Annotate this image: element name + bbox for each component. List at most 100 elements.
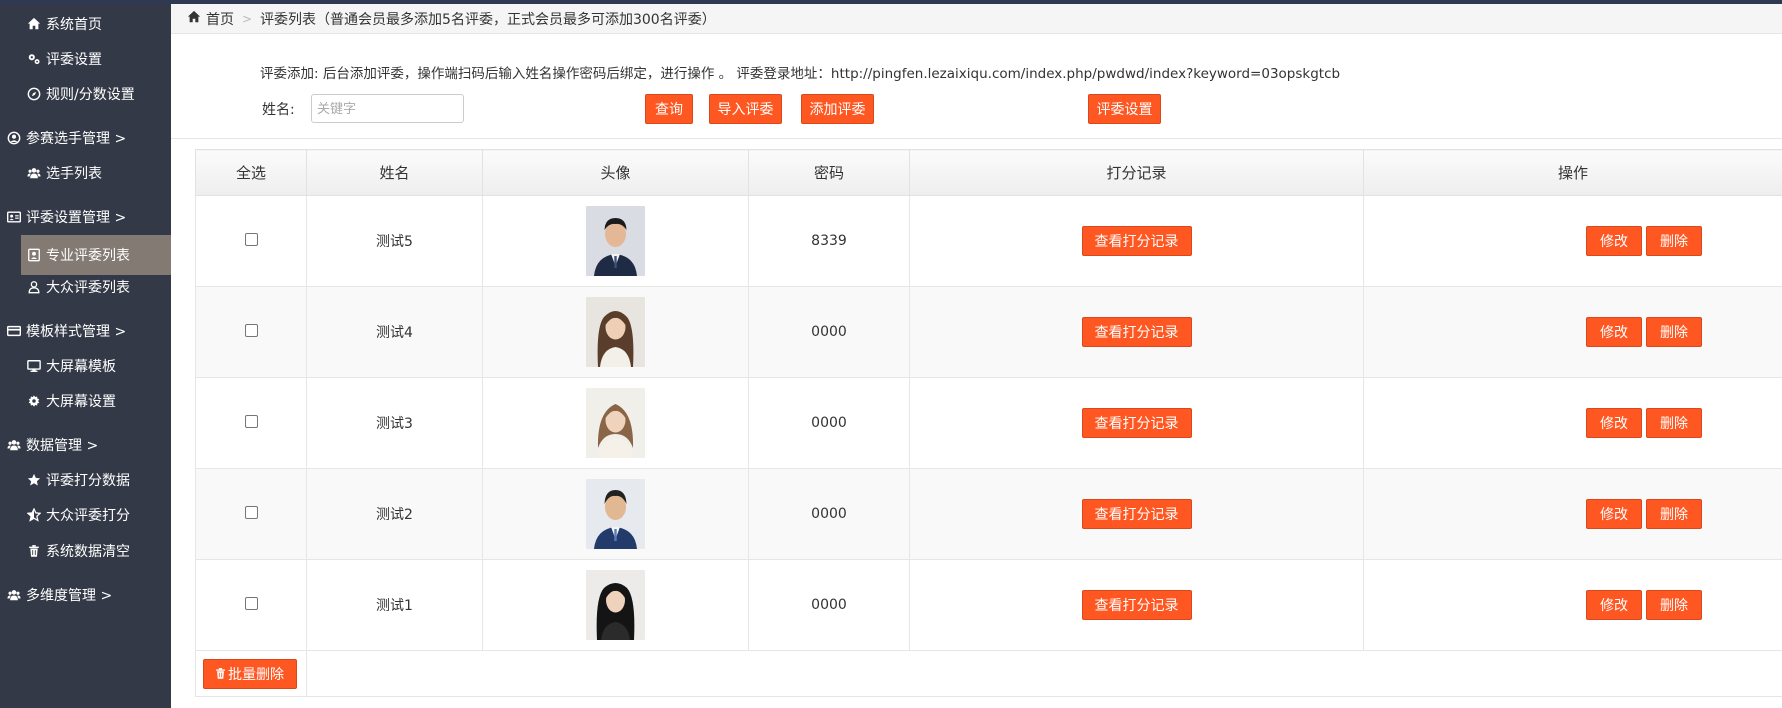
table-row: 测试2 0000 查看打分记录 修改 删除 — [195, 468, 1782, 560]
sidebar-item-label: 系统数据清空 — [46, 544, 130, 560]
sidebar-item-contestant-list[interactable]: 选手列表 — [0, 153, 171, 193]
judge-password: 0000 — [748, 286, 910, 378]
bulk-delete-button[interactable]: 批量删除 — [203, 658, 297, 689]
table-footer-row: 批量删除 — [195, 650, 1782, 697]
judge-password: 8339 — [748, 195, 910, 287]
row-checkbox[interactable] — [244, 232, 258, 246]
sidebar-item-rules[interactable]: 规则/分数设置 — [0, 74, 171, 114]
edit-button[interactable]: 修改 — [1586, 408, 1642, 438]
table-row: 测试5 8339 查看打分记录 修改 删除 — [195, 195, 1782, 287]
name-label: 姓名: — [262, 102, 295, 118]
view-score-record-button[interactable]: 查看打分记录 — [1081, 590, 1192, 620]
sidebar-item-label: 数据管理 > — [26, 438, 99, 454]
judge-name: 测试1 — [306, 559, 483, 651]
breadcrumb-current: 评委列表（普通会员最多添加5名评委，正式会员最多可添加300名评委） — [260, 11, 716, 28]
credit-card-icon — [6, 323, 22, 339]
gears-icon — [26, 51, 42, 67]
edit-button[interactable]: 修改 — [1586, 499, 1642, 529]
star-half-icon — [26, 507, 42, 523]
sidebar-item-label: 模板样式管理 > — [26, 324, 127, 340]
delete-button[interactable]: 删除 — [1646, 317, 1702, 347]
sidebar-item-label: 规则/分数设置 — [46, 87, 135, 103]
sidebar-group-judges[interactable]: 评委设置管理 > — [0, 197, 171, 237]
portrait-icon — [26, 247, 42, 263]
delete-button[interactable]: 删除 — [1646, 499, 1702, 529]
judge-table: 全选 姓名 头像 密码 打分记录 操作 测试5 8339 查看打分记录 修改 删… — [195, 149, 1782, 697]
sidebar-item-label: 系统首页 — [46, 17, 102, 33]
view-score-record-button[interactable]: 查看打分记录 — [1081, 499, 1192, 529]
judge-name: 测试4 — [306, 286, 483, 378]
table-row: 测试4 0000 查看打分记录 修改 删除 — [195, 286, 1782, 378]
select-all-header[interactable]: 全选 — [195, 149, 307, 196]
judge-password: 0000 — [748, 559, 910, 651]
import-judges-button[interactable]: 导入评委 — [709, 94, 782, 124]
star-icon — [26, 472, 42, 488]
avatar-header: 头像 — [482, 149, 749, 196]
view-score-record-button[interactable]: 查看打分记录 — [1081, 226, 1192, 256]
id-card-icon — [6, 209, 22, 225]
sidebar-item-clear-data[interactable]: 系统数据清空 — [0, 531, 171, 571]
sidebar-item-label: 大众评委列表 — [46, 280, 130, 296]
search-input[interactable] — [311, 94, 464, 123]
row-checkbox[interactable] — [244, 505, 258, 519]
gear-icon — [26, 393, 42, 409]
judge-password: 0000 — [748, 468, 910, 560]
sidebar-item-judge-settings[interactable]: 评委设置 — [0, 39, 171, 79]
sidebar-item-label: 评委设置管理 > — [26, 210, 127, 226]
query-button[interactable]: 查询 — [645, 94, 693, 124]
judge-password: 0000 — [748, 377, 910, 469]
sidebar-item-public-judges[interactable]: 大众评委列表 — [0, 267, 171, 307]
sidebar-group-multidim[interactable]: 多维度管理 > — [0, 575, 171, 615]
breadcrumb-home-link[interactable]: 首页 — [206, 9, 234, 29]
male-suit-avatar-icon — [586, 206, 645, 276]
avatar — [586, 570, 645, 640]
judge-name: 测试3 — [306, 377, 483, 469]
sidebar-item-judge-scores[interactable]: 评委打分数据 — [0, 460, 171, 500]
judge-add-notice: 评委添加: 后台添加评委，操作端扫码后输入姓名操作密码后绑定，进行操作 。 评委… — [260, 66, 1341, 82]
sidebar-item-label: 大众评委打分 — [46, 508, 130, 524]
edit-button[interactable]: 修改 — [1586, 590, 1642, 620]
delete-button[interactable]: 删除 — [1646, 590, 1702, 620]
breadcrumb: 首页 > 评委列表（普通会员最多添加5名评委，正式会员最多可添加300名评委） — [171, 4, 1782, 34]
users-icon — [6, 587, 22, 603]
bulk-delete-label: 批量删除 — [228, 666, 284, 683]
add-judge-button[interactable]: 添加评委 — [801, 94, 874, 124]
judge-name: 测试5 — [306, 195, 483, 287]
user-icon — [26, 279, 42, 295]
row-checkbox[interactable] — [244, 596, 258, 610]
user-circle-icon — [6, 130, 22, 146]
edit-button[interactable]: 修改 — [1586, 226, 1642, 256]
password-header: 密码 — [748, 149, 910, 196]
sidebar-item-screen-template[interactable]: 大屏幕模板 — [0, 346, 171, 386]
compass-icon — [26, 86, 42, 102]
sidebar-group-templates[interactable]: 模板样式管理 > — [0, 311, 171, 351]
row-checkbox[interactable] — [244, 414, 258, 428]
female-long-hair-avatar-icon — [586, 297, 645, 367]
sidebar-item-public-scores[interactable]: 大众评委打分 — [0, 495, 171, 535]
sidebar-item-label: 大屏幕模板 — [46, 359, 116, 375]
judge-name: 测试2 — [306, 468, 483, 560]
sidebar-group-data[interactable]: 数据管理 > — [0, 425, 171, 465]
search-bar: 姓名: 查询 导入评委 添加评委 评委设置 — [262, 92, 1662, 124]
view-score-record-button[interactable]: 查看打分记录 — [1081, 408, 1192, 438]
sidebar-item-home[interactable]: 系统首页 — [0, 4, 171, 44]
name-header: 姓名 — [306, 149, 483, 196]
sidebar-group-contestants[interactable]: 参赛选手管理 > — [0, 118, 171, 158]
sidebar-item-label: 参赛选手管理 > — [26, 131, 127, 147]
male-blue-suit-avatar-icon — [586, 479, 645, 549]
home-icon — [26, 16, 42, 32]
sidebar-item-screen-settings[interactable]: 大屏幕设置 — [0, 381, 171, 421]
breadcrumb-separator-icon: > — [242, 11, 253, 26]
judge-settings-button[interactable]: 评委设置 — [1088, 94, 1161, 124]
row-checkbox[interactable] — [244, 323, 258, 337]
actions-header: 操作 — [1363, 149, 1782, 196]
sidebar-item-label: 选手列表 — [46, 166, 102, 182]
score-record-header: 打分记录 — [909, 149, 1364, 196]
female-dark-hair-avatar-icon — [586, 570, 645, 640]
female-short-hair-avatar-icon — [586, 388, 645, 458]
edit-button[interactable]: 修改 — [1586, 317, 1642, 347]
view-score-record-button[interactable]: 查看打分记录 — [1081, 317, 1192, 347]
desktop-icon — [26, 358, 42, 374]
delete-button[interactable]: 删除 — [1646, 226, 1702, 256]
delete-button[interactable]: 删除 — [1646, 408, 1702, 438]
